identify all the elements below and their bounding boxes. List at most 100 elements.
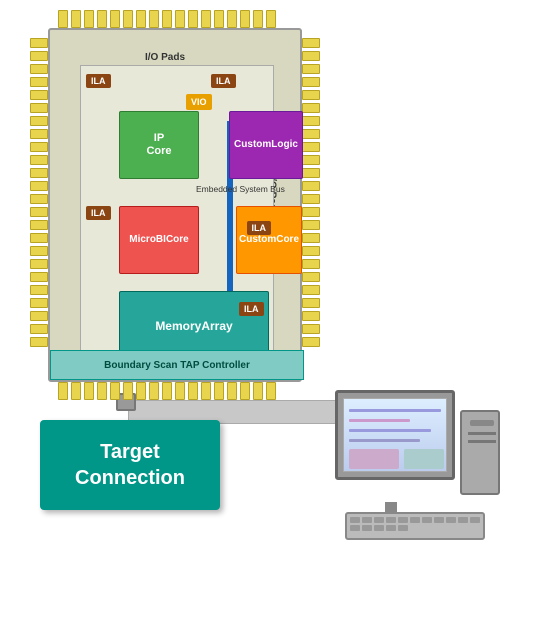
tower-drive-slot-2 [468, 440, 496, 443]
main-container: I/O Pads I/O Pads I/O Pads ILA ILA VIO I… [0, 0, 545, 617]
pin [58, 382, 68, 400]
pin [253, 382, 263, 400]
pin [214, 382, 224, 400]
ip-core-label-line1: IP [154, 132, 164, 145]
boundary-scan-label: Boundary Scan TAP Controller [104, 360, 250, 371]
pin [214, 10, 224, 28]
pin [84, 10, 94, 28]
keyboard [345, 512, 485, 540]
pin [30, 324, 48, 334]
pin [175, 382, 185, 400]
pin [302, 298, 320, 308]
chip-package: I/O Pads I/O Pads I/O Pads ILA ILA VIO I… [30, 10, 320, 400]
custom-core-label-line2: Core [276, 234, 299, 246]
key [470, 517, 480, 523]
pin [30, 168, 48, 178]
pin [302, 51, 320, 61]
pin [188, 10, 198, 28]
pin [58, 10, 68, 28]
key [350, 517, 360, 523]
pin [110, 10, 120, 28]
pin [302, 207, 320, 217]
pin [97, 382, 107, 400]
pin [240, 10, 250, 28]
pin [136, 10, 146, 28]
pin [302, 38, 320, 48]
custom-logic-label-line1: Custom [234, 139, 271, 151]
pin [136, 382, 146, 400]
target-connection-box: Target Connection [40, 420, 220, 510]
ila-badge-4: ILA [247, 221, 272, 235]
pin [30, 129, 48, 139]
pin [201, 382, 211, 400]
pin [123, 10, 133, 28]
pin [162, 382, 172, 400]
bus-label: Embedded System Bus [196, 184, 285, 194]
screen-line [349, 419, 410, 422]
tower-case [460, 410, 500, 495]
screen-widget-2 [404, 449, 444, 469]
pin [302, 194, 320, 204]
memory-label-line1: Memory [155, 319, 201, 335]
pin [302, 285, 320, 295]
pins-bottom [58, 382, 292, 400]
vio-badge: VIO [186, 94, 212, 110]
pin [302, 103, 320, 113]
ila-badge-3: ILA [86, 206, 111, 220]
pins-top [58, 10, 292, 28]
pin [302, 142, 320, 152]
pin [30, 298, 48, 308]
ila-badge-2: ILA [211, 74, 236, 88]
pin [30, 194, 48, 204]
pin [30, 38, 48, 48]
key [410, 517, 420, 523]
monitor-body [335, 390, 455, 480]
microbi-core-block: MicroBI Core [119, 206, 199, 274]
pin [110, 382, 120, 400]
key [398, 525, 408, 531]
pin [149, 382, 159, 400]
screen-line [349, 439, 420, 442]
pin [30, 220, 48, 230]
pin [30, 311, 48, 321]
pin [302, 129, 320, 139]
pin [30, 142, 48, 152]
ip-core-label-line2: Core [146, 145, 171, 158]
pin [84, 382, 94, 400]
pin [302, 220, 320, 230]
computer-illustration [325, 390, 505, 570]
pin [30, 259, 48, 269]
custom-core-block: Custom Core [236, 206, 302, 274]
target-label-line2: Connection [75, 465, 185, 491]
pin [30, 285, 48, 295]
pin [227, 10, 237, 28]
pin [302, 90, 320, 100]
screen-content [344, 399, 446, 471]
pin [175, 10, 185, 28]
pin [30, 51, 48, 61]
key [362, 517, 372, 523]
io-label-top: I/O Pads [145, 52, 185, 63]
tower-power-button [470, 420, 494, 426]
pin [302, 272, 320, 282]
target-label-line1: Target [75, 439, 185, 465]
key [386, 517, 396, 523]
screen-line [349, 409, 441, 412]
key [398, 517, 408, 523]
pin [302, 64, 320, 74]
custom-core-label-line1: Custom [239, 234, 276, 246]
key [446, 517, 456, 523]
ila-badge-1: ILA [86, 74, 111, 88]
pin [30, 90, 48, 100]
chip-inner-die: ILA ILA VIO IP Core Custom Logic Embedde… [80, 65, 274, 355]
screen-widget [349, 449, 399, 469]
ila-badge-memory: ILA [239, 302, 264, 316]
boundary-scan-block: Boundary Scan TAP Controller [50, 350, 304, 380]
pin [71, 382, 81, 400]
key [422, 517, 432, 523]
pin [302, 324, 320, 334]
pin [302, 246, 320, 256]
pin [201, 10, 211, 28]
pin [30, 246, 48, 256]
pin [302, 311, 320, 321]
